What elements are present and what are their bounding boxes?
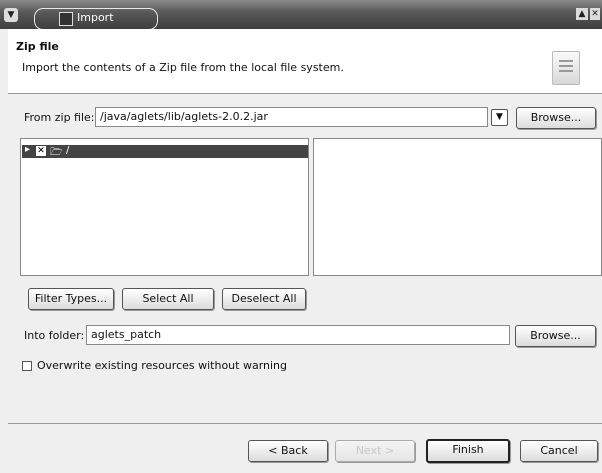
overwrite-label[interactable]: Overwrite existing resources without war… [37,359,287,372]
title-bar: ▼ Import ▲ ✕ [0,0,602,30]
expand-icon[interactable]: ▸ [25,144,30,155]
cancel-button[interactable]: Cancel [520,440,598,462]
filter-types-button[interactable]: Filter Types... [28,288,114,310]
page-title: Zip file [16,40,59,53]
maximize-icon[interactable]: ▲ [576,8,588,20]
tree-item-checkbox[interactable]: ✕ [36,146,46,156]
file-list-panel[interactable] [313,138,602,276]
tree-item[interactable]: ▸ ✕ 🗁 / [22,144,308,158]
next-button[interactable]: Next > [335,440,415,462]
folder-icon: 🗁 [50,147,63,158]
window-title-tab: Import [34,8,158,30]
tree-item-label: / [66,145,70,156]
import-icon [59,12,73,26]
wizard-banner-icon [552,51,580,85]
zip-file-input[interactable]: /java/aglets/lib/aglets-2.0.2.jar [95,107,488,127]
select-all-button[interactable]: Select All [122,288,214,310]
footer-separator [8,423,602,424]
zip-browse-button[interactable]: Browse... [516,107,596,129]
finish-button[interactable]: Finish [426,439,510,463]
zip-file-history-dropdown[interactable]: ▼ [491,109,508,126]
import-dialog: ▼ Import ▲ ✕ Zip file Import the content… [0,0,602,473]
folder-tree-panel[interactable]: ▸ ✕ 🗁 / [20,138,309,276]
deselect-all-button[interactable]: Deselect All [222,288,306,310]
folder-browse-button[interactable]: Browse... [515,325,596,347]
back-button[interactable]: < Back [248,440,328,462]
window-menu-icon[interactable]: ▼ [4,8,18,22]
header-separator [8,93,602,94]
into-folder-input[interactable]: aglets_patch [86,325,510,345]
from-zip-file-label: From zip file: [24,111,95,124]
window-title: Import [77,11,114,24]
overwrite-checkbox[interactable] [22,361,32,371]
page-description: Import the contents of a Zip file from t… [22,61,344,74]
wizard-header: Zip file Import the contents of a Zip fi… [8,29,602,93]
into-folder-label: Into folder: [24,329,85,342]
close-icon[interactable]: ✕ [590,8,600,20]
